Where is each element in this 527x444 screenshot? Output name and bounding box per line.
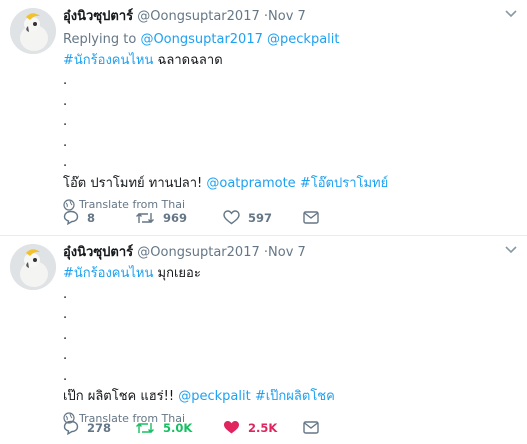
tweet[interactable]: อุ๋งนิวซุปตาร์ @Oongsuptar2017 ·Nov 7 Re…: [0, 0, 527, 236]
hashtag-link[interactable]: #นักร้องคนไหน: [63, 266, 153, 281]
retweet-count: 969: [163, 210, 188, 225]
text-segment: เป๊ก ผลิตโชค แฮร่!!: [63, 389, 179, 404]
text-line: .: [63, 114, 68, 129]
reply-icon: [63, 210, 79, 225]
reply-icon: [63, 420, 79, 435]
author-name[interactable]: อุ๋งนิวซุปตาร์: [63, 245, 133, 260]
retweet-count: 5.0K: [163, 420, 193, 435]
heart-filled-icon: [224, 421, 239, 434]
like-button[interactable]: 597: [223, 210, 303, 225]
envelope-icon: [303, 211, 319, 224]
retweet-icon: [136, 212, 154, 223]
text-line: .: [63, 73, 68, 88]
text-segment: โอ๊ต ปราโมทย์ ทานปลา!: [63, 175, 207, 191]
dm-button[interactable]: [303, 210, 375, 225]
envelope-icon: [303, 421, 319, 434]
hashtag-link[interactable]: #นักร้องคนไหน: [63, 53, 153, 68]
reply-button[interactable]: 278: [63, 420, 135, 435]
text-line: .: [63, 286, 68, 302]
text-line: .: [63, 155, 68, 170]
retweet-button[interactable]: 5.0K: [135, 420, 223, 435]
replying-label: Replying to: [63, 32, 137, 47]
author-handle[interactable]: @Oongsuptar2017: [137, 9, 259, 24]
cockatoo-avatar-icon: [10, 8, 56, 54]
tweet-actions: 278 5.0K 2.5K: [63, 420, 375, 435]
replying-to: Replying to @Oongsuptar2017 @peckpalit: [63, 30, 517, 51]
author-handle[interactable]: @Oongsuptar2017: [137, 245, 259, 260]
retweet-button[interactable]: 969: [135, 210, 223, 225]
retweet-icon: [136, 422, 154, 433]
avatar[interactable]: [10, 8, 56, 54]
like-button[interactable]: 2.5K: [223, 420, 303, 435]
avatar[interactable]: [10, 244, 56, 290]
hashtag-link[interactable]: #เป๊กผลิตโชค: [255, 389, 335, 404]
mention-link[interactable]: @oatpramote: [206, 176, 295, 191]
text-line: .: [63, 348, 68, 363]
globe-icon: [63, 198, 75, 211]
mention-link[interactable]: @peckpalit: [267, 32, 339, 47]
reply-count: 278: [87, 420, 112, 435]
author-name[interactable]: อุ๋งนิวซุปตาร์: [63, 9, 133, 24]
reply-button[interactable]: 8: [63, 210, 135, 225]
hashtag-link[interactable]: #โอ๊ตปราโมทย์: [300, 176, 388, 191]
tweet[interactable]: อุ๋งนิวซุปตาร์ @Oongsuptar2017 ·Nov 7 #น…: [0, 236, 527, 444]
tweet-header: อุ๋งนิวซุปตาร์ @Oongsuptar2017 ·Nov 7: [63, 8, 517, 26]
tweet-text: #นักร้องคนไหน มุกเยอะ . . . . . เป๊ก ผลิ…: [63, 264, 517, 408]
text-line: .: [63, 307, 68, 322]
tweet-actions: 8 969 597: [63, 210, 375, 225]
text-line: .: [63, 327, 68, 343]
text-segment: ฉลาดฉลาด: [153, 52, 223, 68]
like-count: 2.5K: [248, 420, 278, 435]
text-line: .: [63, 134, 68, 150]
text-segment: มุกเยอะ: [153, 266, 201, 281]
like-count: 597: [248, 210, 273, 225]
cockatoo-avatar-icon: [10, 244, 56, 290]
tweet-header: อุ๋งนิวซุปตาร์ @Oongsuptar2017 ·Nov 7: [63, 244, 517, 262]
heart-icon: [223, 210, 240, 225]
mention-link[interactable]: @peckpalit: [178, 389, 250, 404]
tweet-text: #นักร้องคนไหน ฉลาดฉลาด . . . . . โอ๊ต ปร…: [63, 51, 517, 195]
mention-link[interactable]: @Oongsuptar2017: [140, 32, 262, 47]
dm-button[interactable]: [303, 420, 375, 435]
tweet-date[interactable]: Nov 7: [268, 245, 306, 260]
reply-count: 8: [87, 210, 96, 225]
tweet-date[interactable]: Nov 7: [268, 9, 306, 24]
text-line: .: [63, 93, 68, 109]
text-line: .: [63, 368, 68, 384]
